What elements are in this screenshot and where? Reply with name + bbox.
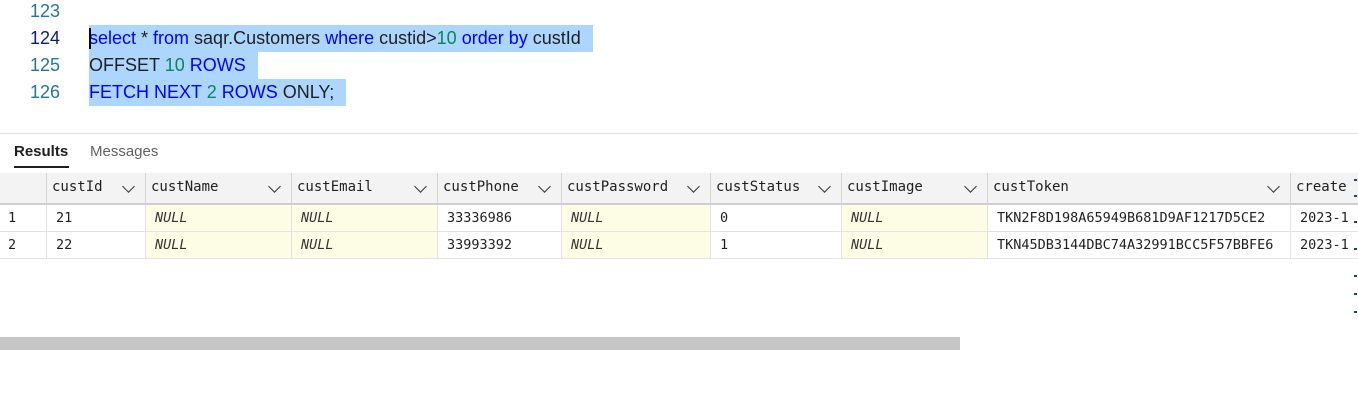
table-cell[interactable]: 0 (711, 205, 842, 231)
code-token: * (136, 28, 154, 48)
code-token: ROWS (189, 55, 246, 75)
table-row[interactable]: 2 22 NULL NULL 33993392 NULL 1 NULL TKN4… (0, 232, 1358, 259)
column-header[interactable]: custPhone (438, 173, 562, 203)
table-cell[interactable]: NULL (842, 205, 988, 231)
column-header-label: custImage (847, 179, 923, 195)
column-header-label: create (1296, 179, 1347, 195)
chevron-down-icon[interactable] (1266, 173, 1282, 203)
code-token: 10 (164, 55, 185, 75)
code-line[interactable]: 126 FETCH NEXT 2 ROWS ONLY; (0, 79, 1358, 106)
table-cell[interactable]: NULL (562, 205, 711, 231)
code-token: custid> (374, 28, 437, 48)
line-number: 125 (29, 55, 60, 75)
chevron-down-icon[interactable] (817, 173, 833, 203)
table-row[interactable]: 1 21 NULL NULL 33336986 NULL 0 NULL TKN2… (0, 205, 1358, 232)
table-cell[interactable]: 2023-1 (1291, 232, 1352, 258)
code-token: ROWS (221, 82, 278, 102)
code-editor[interactable]: 123 124 select * from saqr.Customers whe… (0, 0, 1358, 133)
code-token: saqr.Customers (189, 28, 326, 48)
code-text[interactable]: FETCH NEXT 2 ROWS ONLY; (89, 79, 347, 106)
table-cell[interactable]: NULL (146, 205, 292, 231)
tab-messages[interactable]: Messages (90, 142, 158, 162)
table-cell[interactable]: 21 (47, 205, 146, 231)
code-token: ONLY; (277, 82, 335, 102)
text-cursor (89, 28, 91, 49)
table-cell[interactable]: NULL (562, 232, 711, 258)
table-cell[interactable]: NULL (292, 232, 438, 258)
code-token: select (89, 28, 137, 48)
column-header[interactable]: custImage (842, 173, 988, 203)
results-grid[interactable]: custId custName custEmail custPhone cust… (0, 173, 1358, 263)
overview-ruler (1352, 173, 1358, 318)
table-cell[interactable]: NULL (146, 232, 292, 258)
table-cell[interactable]: TKN45DB3144DBC74A32991BCC5F57BBFE6 (988, 232, 1291, 258)
table-cell[interactable]: 2023-1 (1291, 205, 1352, 231)
code-token: order by (461, 28, 528, 48)
table-cell[interactable]: TKN2F8D198A65949B681D9AF1217D5CE2 (988, 205, 1291, 231)
chevron-down-icon[interactable] (121, 173, 137, 203)
line-number: 124 (29, 28, 60, 48)
code-token: custId (527, 28, 581, 48)
column-header-label: custPassword (567, 179, 669, 195)
table-cell[interactable]: NULL (292, 205, 438, 231)
chevron-down-icon[interactable] (537, 173, 553, 203)
table-cell[interactable]: 1 (711, 232, 842, 258)
table-cell[interactable]: NULL (842, 232, 988, 258)
code-token: FETCH NEXT (89, 82, 207, 102)
line-number: 126 (29, 82, 60, 102)
line-number: 123 (29, 1, 60, 21)
column-header-label: custId (52, 179, 103, 195)
table-cell[interactable]: 33993392 (438, 232, 562, 258)
row-number: 2 (0, 232, 47, 258)
code-token: OFFSET (89, 55, 165, 75)
column-header-label: custStatus (716, 179, 801, 195)
row-number-header (0, 173, 47, 203)
code-text[interactable]: select * from saqr.Customers where custi… (89, 25, 593, 52)
column-header[interactable]: create (1291, 173, 1352, 203)
chevron-down-icon[interactable] (413, 173, 429, 203)
code-token: 10 (436, 28, 457, 48)
code-token: where (325, 28, 375, 48)
table-cell[interactable]: 22 (47, 232, 146, 258)
chevron-down-icon[interactable] (963, 173, 979, 203)
horizontal-scrollbar-thumb[interactable] (0, 337, 960, 350)
grid-header-row: custId custName custEmail custPhone cust… (0, 173, 1358, 205)
column-header[interactable]: custToken (988, 173, 1291, 203)
column-header[interactable]: custId (47, 173, 146, 203)
column-header-label: custToken (993, 179, 1069, 195)
column-header[interactable]: custEmail (292, 173, 438, 203)
code-token: 2 (206, 82, 217, 102)
tab-results[interactable]: Results (14, 142, 68, 162)
code-line[interactable]: 124 select * from saqr.Customers where c… (0, 25, 1358, 52)
column-header[interactable]: custStatus (711, 173, 842, 203)
table-cell[interactable]: 33336986 (438, 205, 562, 231)
chevron-down-icon[interactable] (267, 173, 283, 203)
column-header-label: custName (151, 179, 219, 195)
row-number: 1 (0, 205, 47, 231)
code-line[interactable]: 125 OFFSET 10 ROWS (0, 52, 1358, 79)
panel-divider[interactable] (0, 133, 1358, 134)
column-header-label: custPhone (443, 179, 519, 195)
column-header[interactable]: custPassword (562, 173, 711, 203)
code-token: from (153, 28, 190, 48)
column-header-label: custEmail (297, 179, 373, 195)
code-text[interactable]: OFFSET 10 ROWS (89, 52, 258, 79)
code-line[interactable]: 123 (0, 0, 1358, 25)
chevron-down-icon[interactable] (686, 173, 702, 203)
column-header[interactable]: custName (146, 173, 292, 203)
active-tab-indicator (14, 166, 69, 168)
